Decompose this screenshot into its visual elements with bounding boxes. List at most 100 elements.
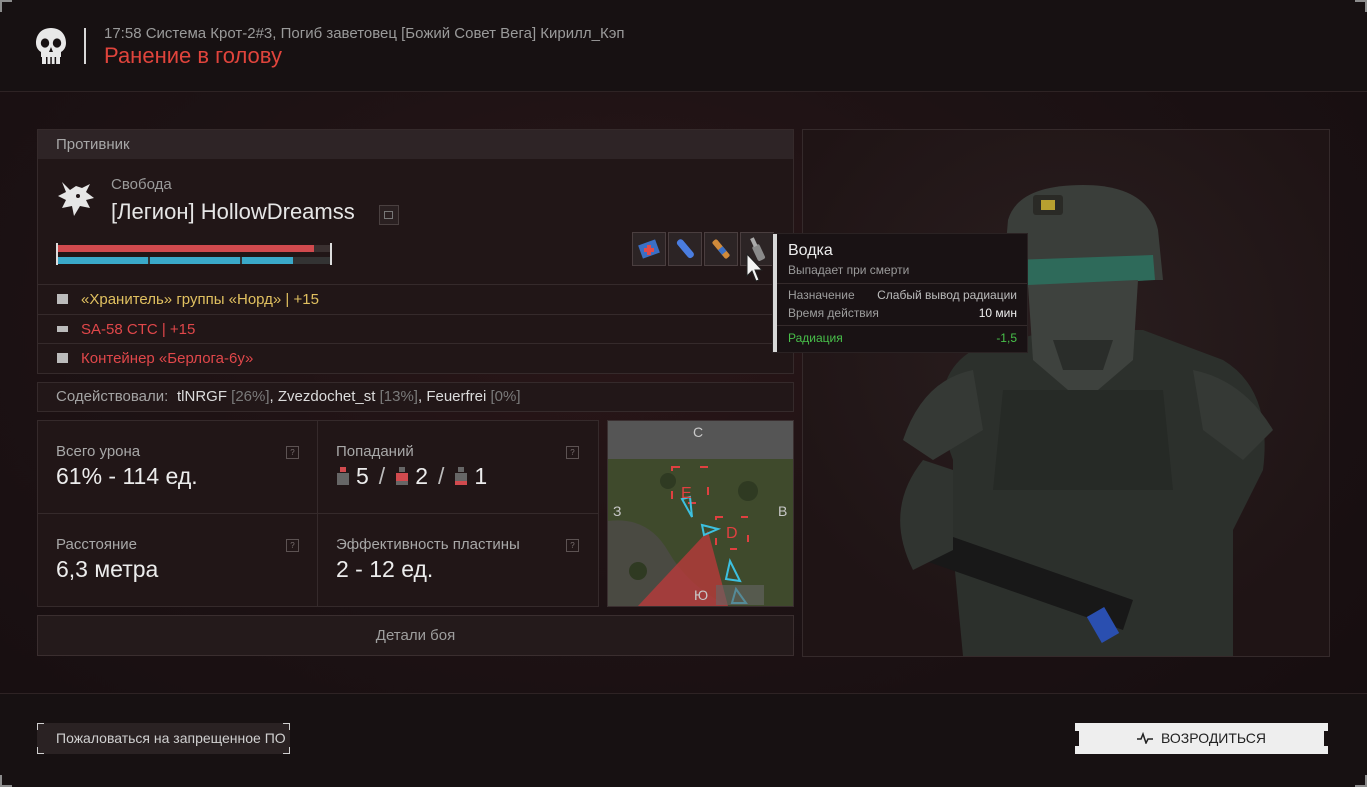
stat-label: Расстояние xyxy=(56,536,138,553)
respawn-label: ВОЗРОДИТЬСЯ xyxy=(1160,730,1267,746)
body-hit-icon xyxy=(396,467,409,485)
assist-row: Содействовали: tlNRGF [26%], Zvezdochet_… xyxy=(37,382,794,412)
bar-tick xyxy=(56,243,58,265)
minimap-terrain xyxy=(608,421,793,606)
quick-slot-injector[interactable] xyxy=(668,232,702,266)
assist-player-pct: [13%] xyxy=(379,388,418,405)
mouse-cursor-icon xyxy=(746,253,764,282)
stat-label: Эффективность пластины xyxy=(336,536,520,553)
stimulant-icon xyxy=(712,239,730,259)
tooltip-row-label: Время действия xyxy=(788,306,879,320)
report-cheat-button[interactable]: Пожаловаться на запрещенное ПО xyxy=(37,723,290,754)
enemy-faction: Свобода xyxy=(111,176,172,193)
stat-plate-efficiency: Эффективность пластины 2 - 12 ед. ? xyxy=(318,514,597,606)
tooltip-divider xyxy=(777,325,1027,326)
assist-player-pct: [26%] xyxy=(231,388,270,405)
stat-label: Всего урона xyxy=(56,443,141,460)
enemy-section-label: Противник xyxy=(38,130,793,159)
minimap-west-label: З xyxy=(613,503,622,519)
header-divider xyxy=(84,28,86,64)
top-bar: 17:58 Система Крот-2#3, Погиб заветовец … xyxy=(0,0,1367,92)
tooltip-divider xyxy=(777,283,1027,284)
button-corner xyxy=(37,723,44,730)
enemy-player-name: [Легион] HollowDreamss xyxy=(111,199,355,224)
health-bar-fill xyxy=(58,245,314,252)
wolf-faction-icon xyxy=(58,182,94,216)
armored-soldier-model xyxy=(803,130,1329,656)
item-tooltip: Водка Выпадает при смерти Назначение Сла… xyxy=(772,233,1028,353)
armor-bar-segment xyxy=(242,257,293,264)
respawn-button[interactable]: ВОЗРОДИТЬСЯ xyxy=(1074,723,1329,754)
kill-event-line: 17:58 Система Крот-2#3, Погиб заветовец … xyxy=(104,25,625,42)
skull-icon xyxy=(36,28,66,64)
loot-item-armor: «Хранитель» группы «Норд» | +15 xyxy=(38,284,793,314)
help-icon[interactable]: ? xyxy=(566,446,579,459)
assist-player-name: Zvezdochet_st xyxy=(277,388,376,405)
kill-minimap[interactable]: С Ю З В E D xyxy=(607,420,794,607)
stat-value: 61% - 114 ед. xyxy=(56,463,198,489)
loot-item-container: Контейнер «Берлога-6у» xyxy=(38,343,793,373)
armor-bar-segment xyxy=(58,257,148,264)
minimap-marker-e: E xyxy=(681,485,692,502)
heartbeat-icon xyxy=(1136,731,1153,745)
stat-value: 6,3 метра xyxy=(56,556,159,582)
quick-slot-stimulant[interactable] xyxy=(704,232,738,266)
stat-value: 2 - 12 ед. xyxy=(336,556,434,582)
frame-corner xyxy=(1355,775,1367,787)
button-corner xyxy=(283,723,290,730)
help-icon[interactable]: ? xyxy=(566,539,579,552)
help-icon[interactable]: ? xyxy=(286,446,299,459)
minimap-north-label: С xyxy=(693,424,704,440)
button-notch xyxy=(1074,731,1079,746)
button-notch xyxy=(1324,731,1329,746)
bar-tick xyxy=(330,243,332,265)
hits-separator: / xyxy=(378,463,386,489)
copy-name-icon[interactable] xyxy=(379,205,399,225)
frame-corner xyxy=(1355,0,1367,12)
limb-hit-count: 1 xyxy=(474,463,488,489)
stat-distance: Расстояние 6,3 метра ? xyxy=(38,514,317,606)
armor-bar-segment xyxy=(150,257,240,264)
battle-details-button[interactable]: Детали боя xyxy=(37,615,794,656)
limb-hit-icon xyxy=(455,467,468,485)
assist-player-pct: [0%] xyxy=(490,388,521,405)
enemy-character-viewer[interactable] xyxy=(802,129,1330,657)
loot-item-label: «Хранитель» группы «Норд» | +15 xyxy=(81,291,319,308)
head-hit-icon xyxy=(337,467,349,485)
stat-hits: Попаданий 5 / 2 / 1 ? xyxy=(318,421,597,513)
tooltip-effect-label: Радиация xyxy=(788,331,843,345)
tooltip-row-purpose: Назначение Слабый вывод радиации xyxy=(788,288,1017,302)
minimap-south-label: Ю xyxy=(694,587,709,603)
injector-icon xyxy=(676,239,694,259)
tooltip-row-duration: Время действия 10 мин xyxy=(788,306,1017,320)
assist-players: tlNRGF [26%], Zvezdochet_st [13%], Feuer… xyxy=(177,388,521,405)
death-cause-title: Ранение в голову xyxy=(104,43,282,68)
assist-player-name: tlNRGF xyxy=(177,388,227,405)
container-icon xyxy=(57,353,68,363)
button-corner xyxy=(37,747,44,754)
stat-total-damage: Всего урона 61% - 114 ед. ? xyxy=(38,421,317,513)
tooltip-effect-radiation: Радиация -1,5 xyxy=(788,331,1017,345)
tooltip-row-value: 10 мин xyxy=(978,306,1017,320)
enemy-panel: Противник Свобода [Легион] HollowDreamss… xyxy=(37,129,794,374)
assist-label: Содействовали: xyxy=(56,388,169,405)
tooltip-title: Водка xyxy=(788,242,833,259)
quick-slot-medkit[interactable] xyxy=(632,232,666,266)
assist-player-name: Feuerfrei xyxy=(426,388,487,405)
frame-corner xyxy=(0,775,12,787)
stat-label: Попаданий xyxy=(336,443,414,460)
tooltip-row-label: Назначение xyxy=(788,288,855,302)
combat-stats: Всего урона 61% - 114 ед. ? Попаданий 5 /… xyxy=(37,420,599,607)
tooltip-accent xyxy=(773,234,777,352)
report-cheat-label: Пожаловаться на запрещенное ПО xyxy=(56,730,286,746)
enemy-vitals xyxy=(56,243,332,265)
tooltip-effect-value: -1,5 xyxy=(996,331,1017,345)
loot-item-label: SA-58 CTC | +15 xyxy=(81,321,196,338)
help-icon[interactable]: ? xyxy=(286,539,299,552)
head-hit-count: 5 xyxy=(356,463,369,489)
frame-corner xyxy=(0,0,12,12)
loot-item-weapon: SA-58 CTC | +15 xyxy=(38,314,793,344)
armor-icon xyxy=(57,294,68,304)
tooltip-row-value: Слабый вывод радиации xyxy=(877,288,1017,302)
minimap-east-label: В xyxy=(778,503,788,519)
